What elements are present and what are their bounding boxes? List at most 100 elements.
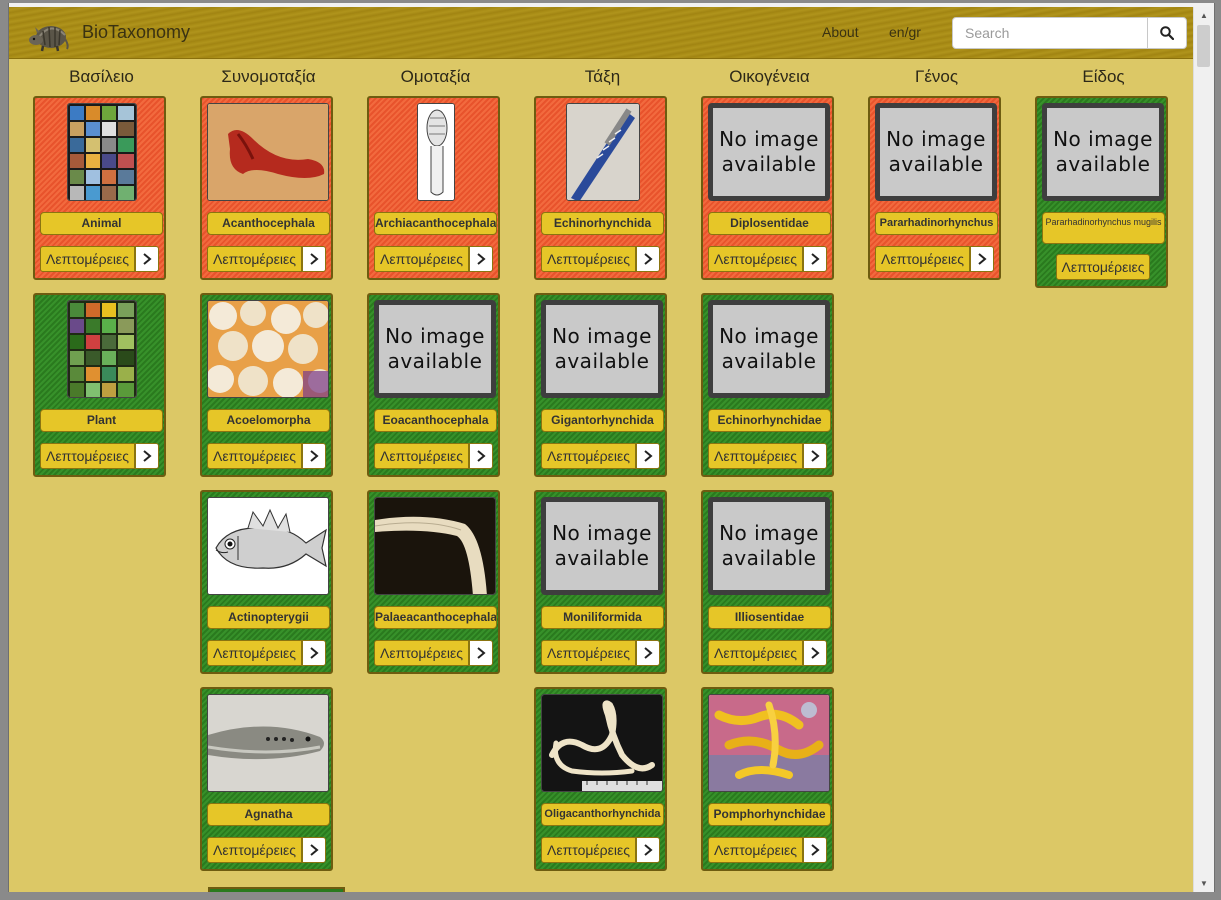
no-image-placeholder[interactable]: No image available: [875, 103, 997, 201]
details-button[interactable]: Λεπτομέρειες: [207, 246, 302, 272]
details-button[interactable]: Λεπτομέρειες: [374, 443, 469, 469]
taxon-card-echinorhynchida[interactable]: Echinorhynchida Λεπτομέρειες: [534, 96, 667, 280]
taxon-name[interactable]: Acanthocephala: [207, 212, 330, 235]
agnatha-thumbnail[interactable]: [207, 694, 329, 792]
chevron-right-icon[interactable]: [636, 246, 660, 272]
taxon-name[interactable]: Oligacanthorhynchida: [541, 803, 664, 826]
chevron-right-icon[interactable]: [302, 443, 326, 469]
chevron-right-icon[interactable]: [803, 837, 827, 863]
chevron-right-icon[interactable]: [302, 640, 326, 666]
taxon-card-illiosentidae[interactable]: No image available Illiosentidae Λεπτομέρ…: [701, 490, 834, 674]
chevron-right-icon[interactable]: [135, 246, 159, 272]
taxon-card-acanthocephala[interactable]: Acanthocephala Λεπτομέρειες: [200, 96, 333, 280]
details-button[interactable]: Λεπτομέρειες: [708, 837, 803, 863]
search-button[interactable]: [1147, 17, 1187, 49]
oligacanthorhynchida-thumbnail[interactable]: [541, 694, 663, 792]
chevron-right-icon[interactable]: [302, 837, 326, 863]
echinorhynchida-thumbnail[interactable]: [566, 103, 640, 201]
details-button[interactable]: Λεπτομέρειες: [374, 640, 469, 666]
chevron-right-icon[interactable]: [970, 246, 994, 272]
details-button[interactable]: Λεπτομέρειες: [207, 640, 302, 666]
taxon-name[interactable]: Diplosentidae: [708, 212, 831, 235]
taxon-card-archiacanthocephala[interactable]: Archiacanthocephala Λεπτομέρειες: [367, 96, 500, 280]
taxon-card-pomphorhynchidae[interactable]: Pomphorhynchidae Λεπτομέρειες: [701, 687, 834, 871]
search-input[interactable]: [952, 17, 1148, 49]
armadillo-logo-icon[interactable]: [27, 15, 69, 53]
brand-title[interactable]: BioTaxonomy: [82, 22, 190, 43]
vertical-scrollbar[interactable]: ▲ ▼: [1193, 7, 1214, 892]
taxon-card-palaeacanthocephala[interactable]: Palaeacanthocephala Λεπτομέρειες: [367, 490, 500, 674]
taxon-card-pararhadinorhynchus[interactable]: No image available Pararhadinorhynchus Λε…: [868, 96, 1001, 280]
actinopterygii-thumbnail[interactable]: [207, 497, 329, 595]
taxon-name[interactable]: Gigantorhynchida: [541, 409, 664, 432]
taxon-card-gigantorhynchida[interactable]: No image available Gigantorhynchida Λεπτο…: [534, 293, 667, 477]
pomphorhynchidae-thumbnail[interactable]: [708, 694, 830, 792]
taxon-card-eoacanthocephala[interactable]: No image available Eoacanthocephala Λεπτο…: [367, 293, 500, 477]
chevron-right-icon[interactable]: [469, 246, 493, 272]
details-button[interactable]: Λεπτομέρειες: [40, 443, 135, 469]
details-button[interactable]: Λεπτομέρειες: [708, 640, 803, 666]
chevron-right-icon[interactable]: [302, 246, 326, 272]
details-button[interactable]: Λεπτομέρειες: [708, 443, 803, 469]
chevron-right-icon[interactable]: [636, 640, 660, 666]
taxon-card-acoelomorpha[interactable]: Acoelomorpha Λεπτομέρειες: [200, 293, 333, 477]
no-image-placeholder[interactable]: No image available: [708, 103, 830, 201]
details-button[interactable]: Λεπτομέρειες: [40, 246, 135, 272]
taxon-name[interactable]: Acoelomorpha: [207, 409, 330, 432]
details-button[interactable]: Λεπτομέρειες: [875, 246, 970, 272]
details-button[interactable]: Λεπτομέρειες: [374, 246, 469, 272]
taxon-name[interactable]: Archiacanthocephala: [374, 212, 497, 235]
no-image-placeholder[interactable]: No image available: [541, 300, 663, 398]
no-image-placeholder[interactable]: No image available: [708, 300, 830, 398]
no-image-placeholder[interactable]: No image available: [374, 300, 496, 398]
taxon-name[interactable]: Pararhadinorhynchus: [875, 212, 998, 235]
taxon-card-diplosentidae[interactable]: No image available Diplosentidae Λεπτομέρ…: [701, 96, 834, 280]
no-image-placeholder[interactable]: No image available: [1042, 103, 1164, 201]
acoelomorpha-thumbnail[interactable]: [207, 300, 329, 398]
taxon-name[interactable]: Eoacanthocephala: [374, 409, 497, 432]
taxon-name[interactable]: Pomphorhynchidae: [708, 803, 831, 826]
taxon-card-animal[interactable]: Animal Λεπτομέρειες: [33, 96, 166, 280]
taxon-card-partial[interactable]: [208, 887, 345, 892]
chevron-right-icon[interactable]: [636, 837, 660, 863]
language-toggle-link[interactable]: en/gr: [889, 24, 921, 40]
taxon-name[interactable]: Animal: [40, 212, 163, 235]
taxon-name[interactable]: Actinopterygii: [207, 606, 330, 629]
details-button[interactable]: Λεπτομέρειες: [207, 443, 302, 469]
no-image-placeholder[interactable]: No image available: [541, 497, 663, 595]
taxon-card-actinopterygii[interactable]: Actinopterygii Λεπτομέρειες: [200, 490, 333, 674]
scroll-up-icon[interactable]: ▲: [1200, 11, 1208, 20]
taxon-name[interactable]: Agnatha: [207, 803, 330, 826]
no-image-placeholder[interactable]: No image available: [708, 497, 830, 595]
taxon-card-pararhadinorhynchus-mugilis[interactable]: No image available Pararhadinorhynchus mu…: [1035, 96, 1168, 288]
taxon-card-moniliformida[interactable]: No image available Moniliformida Λεπτομέρ…: [534, 490, 667, 674]
details-button[interactable]: Λεπτομέρειες: [207, 837, 302, 863]
details-button[interactable]: Λεπτομέρειες: [541, 640, 636, 666]
chevron-right-icon[interactable]: [803, 443, 827, 469]
chevron-right-icon[interactable]: [469, 443, 493, 469]
chevron-right-icon[interactable]: [135, 443, 159, 469]
taxon-name[interactable]: Echinorhynchidae: [708, 409, 831, 432]
chevron-right-icon[interactable]: [803, 640, 827, 666]
details-button[interactable]: Λεπτομέρειες: [541, 443, 636, 469]
taxon-name[interactable]: Palaeacanthocephala: [374, 606, 497, 629]
animal-thumbnail[interactable]: [67, 103, 137, 201]
taxon-card-oligacanthorhynchida[interactable]: Oligacanthorhynchida Λεπτομέρειες: [534, 687, 667, 871]
taxon-name[interactable]: Pararhadinorhynchus mugilis: [1042, 212, 1165, 244]
taxon-name[interactable]: Moniliformida: [541, 606, 664, 629]
palaeacanthocephala-thumbnail[interactable]: [374, 497, 496, 595]
archiacanthocephala-thumbnail[interactable]: [417, 103, 455, 201]
about-link[interactable]: About: [822, 24, 859, 40]
details-button[interactable]: Λεπτομέρειες: [541, 837, 636, 863]
details-button[interactable]: Λεπτομέρειες: [1056, 254, 1150, 280]
chevron-right-icon[interactable]: [636, 443, 660, 469]
scroll-down-icon[interactable]: ▼: [1200, 879, 1208, 888]
scrollbar-thumb[interactable]: [1197, 25, 1210, 67]
taxon-name[interactable]: Echinorhynchida: [541, 212, 664, 235]
acanthocephala-thumbnail[interactable]: [207, 103, 329, 201]
taxon-name[interactable]: Illiosentidae: [708, 606, 831, 629]
taxon-card-echinorhynchidae[interactable]: No image available Echinorhynchidae Λεπτο…: [701, 293, 834, 477]
chevron-right-icon[interactable]: [803, 246, 827, 272]
taxon-card-plant[interactable]: Plant Λεπτομέρειες: [33, 293, 166, 477]
details-button[interactable]: Λεπτομέρειες: [541, 246, 636, 272]
